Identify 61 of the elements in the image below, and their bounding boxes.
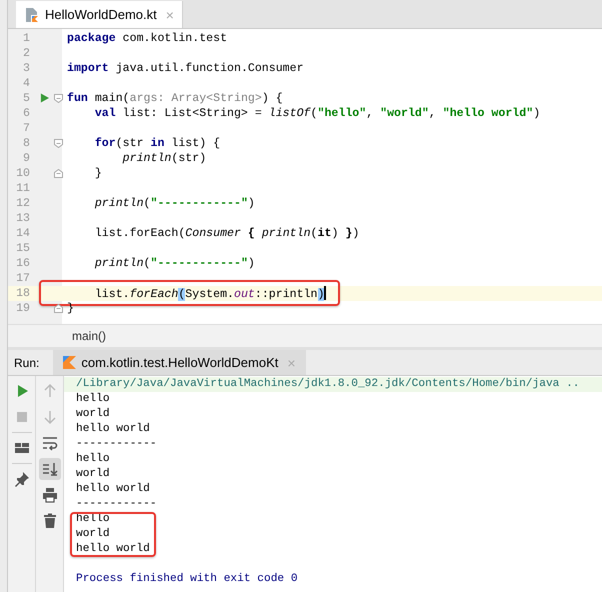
code-line: println("------------"): [94, 197, 255, 210]
code-line: list.forEach(System.out::println): [94, 288, 326, 301]
line-number: 3: [22, 61, 30, 76]
trash-icon: [42, 513, 58, 529]
line-number: 5: [22, 91, 30, 106]
run-icon[interactable]: [40, 93, 49, 103]
breadcrumb[interactable]: main(): [72, 329, 106, 343]
console-line: hello: [75, 392, 111, 407]
console-line: ------------: [75, 437, 158, 452]
code-line: list.forEach(Consumer { println(it) }): [94, 227, 360, 240]
code-line: println(str): [122, 152, 206, 165]
line-number: 16: [15, 256, 30, 271]
code-line: }: [94, 167, 102, 180]
line-number: 1: [22, 31, 30, 46]
line-number: 18: [15, 286, 30, 301]
line-number: 14: [15, 226, 30, 241]
line-number: 13: [15, 211, 30, 226]
line-number: 12: [15, 196, 30, 211]
line-number: 9: [22, 151, 30, 166]
editor-tab[interactable]: HelloWorldDemo.kt ×: [16, 1, 183, 28]
code-line: val list: List<String> = listOf("hello", "world", "hello world"): [94, 107, 540, 120]
fold-icon[interactable]: [54, 139, 63, 148]
kotlin-icon: [63, 356, 76, 369]
console-line: hello: [75, 452, 111, 467]
console-line: hello world: [75, 422, 151, 437]
printer-icon: [42, 487, 58, 503]
run-tab[interactable]: com.kotlin.test.HelloWorldDemoKt ×: [53, 350, 306, 375]
wrap-icon: [42, 435, 58, 451]
kotlin-file-icon: [24, 6, 40, 22]
code-line: fun main(args: Array<String>) {: [67, 92, 283, 105]
run-label: Run:: [13, 356, 40, 370]
exit-message: Process finished with exit code 0: [75, 572, 299, 587]
down-arrow-icon: [42, 409, 58, 425]
line-number: 17: [15, 271, 30, 286]
scroll-end-button[interactable]: [38, 458, 60, 480]
scroll-to-end-icon: [42, 461, 58, 477]
line-number: 11: [15, 181, 30, 196]
line-number: 15: [15, 241, 30, 256]
console-line: hello world: [75, 482, 151, 497]
code-line: import java.util.function.Consumer: [67, 62, 304, 75]
code-line: }: [67, 302, 74, 315]
line-number: 6: [22, 106, 30, 121]
line-number: 7: [22, 121, 30, 136]
code-line: for(str in list) {: [94, 137, 220, 150]
line-number: 8: [22, 136, 30, 151]
layout-icon: [14, 440, 30, 456]
line-number: 2: [22, 46, 30, 61]
console-line: ------------: [75, 497, 158, 512]
line-number: 4: [22, 76, 30, 91]
console-line: hello world: [75, 542, 151, 557]
fold-icon[interactable]: [54, 94, 63, 103]
line-number: 10: [15, 166, 30, 181]
console-line: world: [75, 467, 111, 482]
console-line: world: [75, 527, 111, 542]
code-line: println("------------"): [94, 257, 255, 270]
line-number: 19: [15, 301, 30, 316]
code-line: package com.kotlin.test: [67, 32, 228, 45]
pin-icon: [14, 471, 30, 487]
fold-icon[interactable]: [54, 169, 63, 178]
console-line: world: [75, 407, 111, 422]
up-arrow-icon: [42, 383, 58, 399]
